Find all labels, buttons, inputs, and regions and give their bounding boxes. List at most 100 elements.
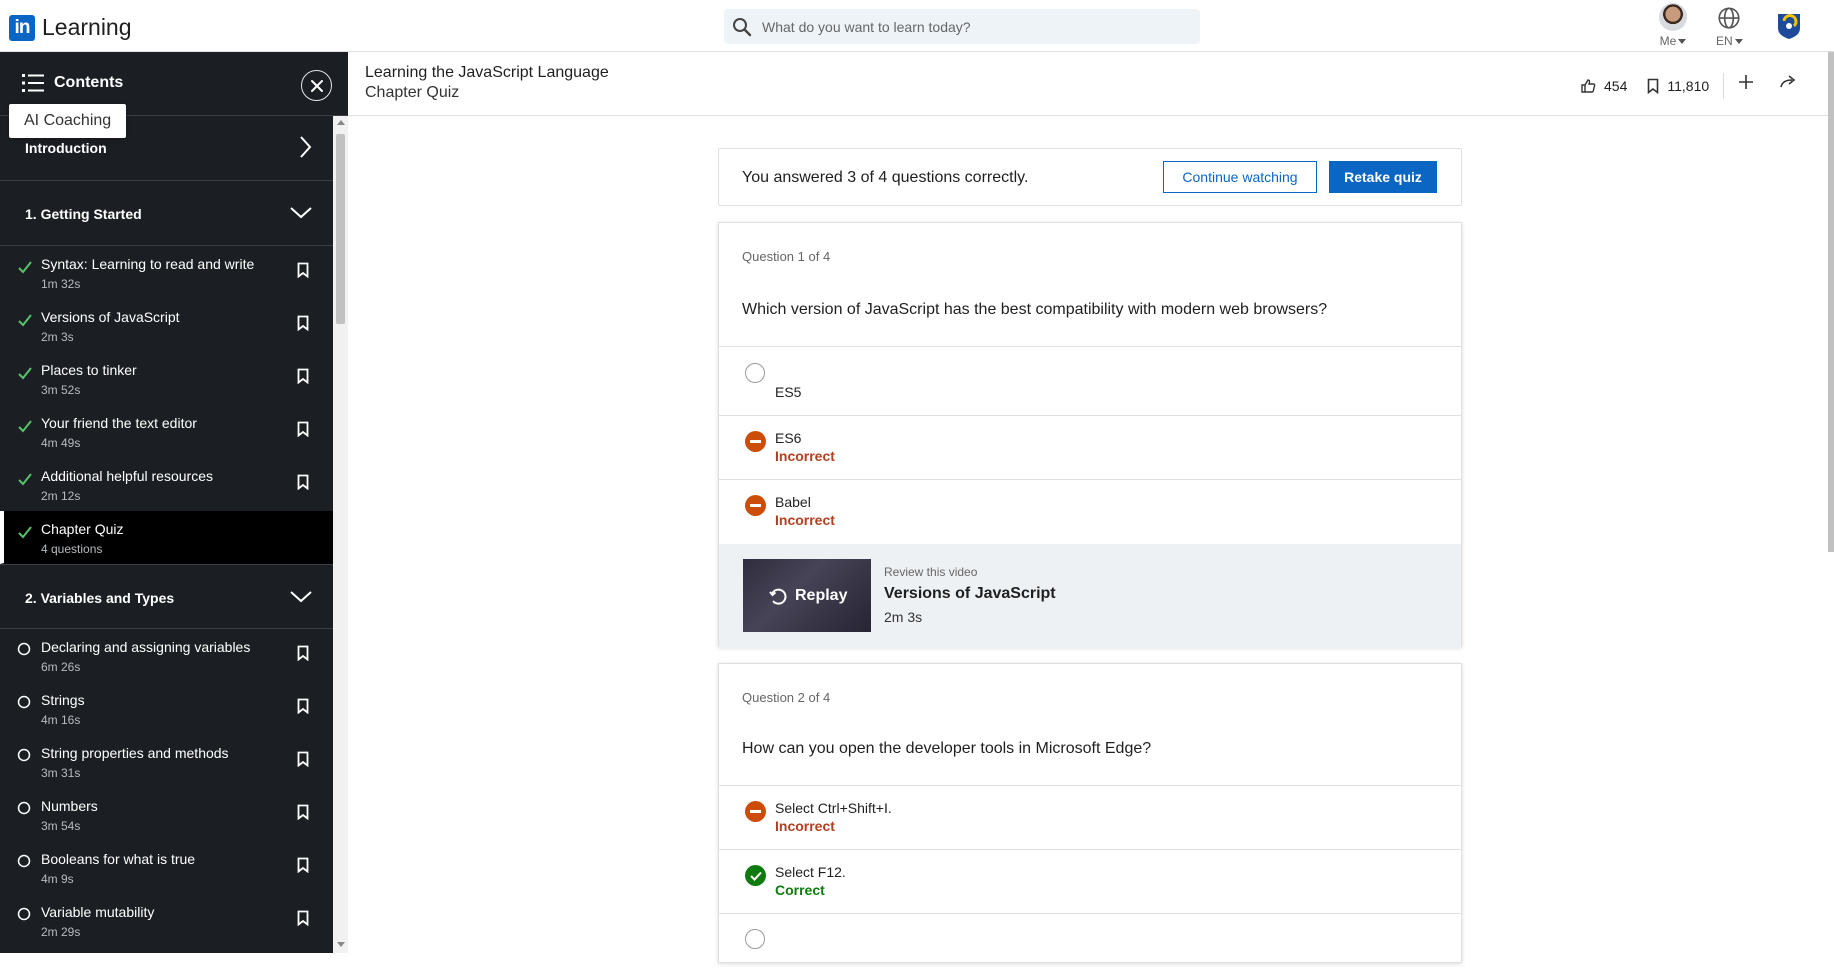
radio-button[interactable] (745, 929, 765, 949)
video-title: Booleans for what is true (41, 851, 196, 867)
like-button[interactable]: 454 (1580, 78, 1627, 94)
video-title: Your friend the text editor (41, 415, 197, 431)
video-thumbnail[interactable]: Replay (743, 559, 871, 632)
question-text: How can you open the developer tools in … (742, 740, 1152, 757)
checkmark-icon (18, 367, 32, 380)
list-item-active[interactable]: Chapter Quiz 4 questions (0, 511, 333, 564)
search-input[interactable] (762, 18, 1162, 35)
list-item[interactable]: Booleans for what is true 4m 9s (0, 841, 333, 894)
answer-option[interactable]: ES6 Incorrect (719, 415, 1461, 479)
list-item[interactable]: Strings 4m 16s (0, 682, 333, 735)
replay-label: Replay (795, 587, 848, 604)
language-label: EN (1716, 34, 1733, 48)
language-menu[interactable]: EN (1716, 2, 1743, 48)
continue-watching-button[interactable]: Continue watching (1163, 161, 1317, 193)
sidebar-scroll-thumb[interactable] (336, 134, 345, 324)
section-getting-started[interactable]: 1. Getting Started (0, 181, 333, 246)
bookmark-icon[interactable] (297, 262, 309, 278)
me-menu[interactable]: Me (1659, 2, 1687, 48)
close-icon (310, 79, 323, 92)
list-item[interactable]: Numbers 3m 54s (0, 788, 333, 841)
section-label: 1. Getting Started (25, 206, 142, 222)
answer-option[interactable]: Select Ctrl+Shift+I. Incorrect (719, 785, 1461, 849)
radio-button[interactable] (745, 363, 765, 383)
review-video-panel: Replay Review this video Versions of Jav… (719, 544, 1461, 648)
option-label: ES6 (775, 430, 802, 446)
add-icon[interactable] (1738, 74, 1754, 90)
video-duration: 3m 52s (41, 383, 81, 397)
bookmark-icon[interactable] (297, 368, 309, 384)
video-title: Syntax: Learning to read and write (41, 256, 255, 272)
bookmark-icon[interactable] (297, 698, 309, 714)
course-title[interactable]: Learning the JavaScript Language (365, 64, 609, 82)
globe-icon (1718, 7, 1740, 29)
answer-option[interactable]: Select F12. Correct (719, 849, 1461, 913)
ai-coaching-tooltip: AI Coaching (9, 104, 127, 138)
option-label: ES5 (775, 384, 802, 400)
section-label: 2. Variables and Types (25, 590, 175, 606)
close-contents-button[interactable] (301, 70, 332, 101)
quiz-title: Chapter Quiz (41, 521, 124, 537)
video-title: Declaring and assigning variables (41, 639, 251, 655)
bookmark-icon[interactable] (297, 645, 309, 661)
circle-icon (17, 854, 31, 868)
review-video-title[interactable]: Versions of JavaScript (884, 585, 1056, 603)
scroll-up-arrow-icon[interactable] (337, 120, 345, 125)
linkedin-learning-logo[interactable]: in Learning (9, 14, 132, 41)
list-item[interactable]: Places to tinker 3m 52s (0, 352, 333, 405)
quiz-question-count: 4 questions (41, 542, 103, 556)
section-label: Introduction (25, 140, 107, 156)
video-title: Places to tinker (41, 362, 137, 378)
list-item[interactable]: Declaring and assigning variables 6m 26s (0, 629, 333, 682)
chevron-down-icon (290, 207, 312, 219)
list-item[interactable]: Syntax: Learning to read and write 1m 32… (0, 246, 333, 299)
replay-icon (769, 588, 787, 605)
video-title: Variable mutability (41, 904, 155, 920)
list-item[interactable]: Versions of JavaScript 2m 3s (0, 299, 333, 352)
correct-checkmark-icon (745, 865, 766, 886)
question-text: Which version of JavaScript has the best… (742, 301, 1328, 318)
bookmark-icon[interactable] (297, 474, 309, 490)
answer-option[interactable]: ES5 (719, 346, 1461, 415)
page-scrollbar[interactable] (1828, 52, 1834, 552)
bookmark-icon[interactable] (297, 751, 309, 767)
video-duration: 2m 3s (41, 330, 74, 344)
quiz-result-bar: You answered 3 of 4 questions correctly.… (718, 148, 1462, 206)
incorrect-icon (745, 431, 766, 452)
checkmark-icon (18, 420, 32, 433)
list-item[interactable]: Variable mutability 2m 29s (0, 894, 333, 947)
bookmark-icon[interactable] (297, 910, 309, 926)
bookmark-icon[interactable] (297, 857, 309, 873)
video-duration: 3m 54s (41, 819, 81, 833)
scroll-down-arrow-icon[interactable] (337, 942, 345, 947)
quiz-result-text: You answered 3 of 4 questions correctly. (742, 169, 1029, 186)
search-bar[interactable] (724, 9, 1200, 44)
bookmark-icon[interactable] (297, 421, 309, 437)
share-icon[interactable] (1779, 74, 1797, 90)
section-variables-and-types[interactable]: 2. Variables and Types (0, 564, 333, 629)
like-count: 454 (1604, 78, 1628, 94)
question-number: Question 1 of 4 (742, 249, 831, 264)
list-item[interactable]: Additional helpful resources 2m 12s (0, 458, 333, 511)
checkmark-icon (18, 473, 32, 486)
course-contents-sidebar: Contents Introduction 1. Getting Started… (0, 52, 348, 953)
logo-text: Learning (42, 14, 132, 40)
answer-option[interactable]: Babel Incorrect (719, 479, 1461, 544)
bookmark-icon[interactable] (297, 315, 309, 331)
video-title: String properties and methods (41, 745, 229, 761)
organization-logo-icon[interactable] (1776, 12, 1802, 40)
chevron-down-icon (290, 591, 312, 603)
incorrect-icon (745, 495, 766, 516)
bookmark-icon[interactable] (297, 804, 309, 820)
video-title: Versions of JavaScript (41, 309, 180, 325)
save-button[interactable]: 11,810 (1647, 78, 1709, 94)
video-title: Strings (41, 692, 85, 708)
divider (1723, 73, 1725, 99)
review-label: Review this video (884, 565, 978, 579)
answer-option[interactable] (719, 913, 1461, 973)
retake-quiz-button[interactable]: Retake quiz (1329, 161, 1437, 193)
list-item[interactable]: String properties and methods 3m 31s (0, 735, 333, 788)
search-icon (733, 17, 752, 36)
replay-button[interactable]: Replay (769, 586, 847, 606)
list-item[interactable]: Your friend the text editor 4m 49s (0, 405, 333, 458)
